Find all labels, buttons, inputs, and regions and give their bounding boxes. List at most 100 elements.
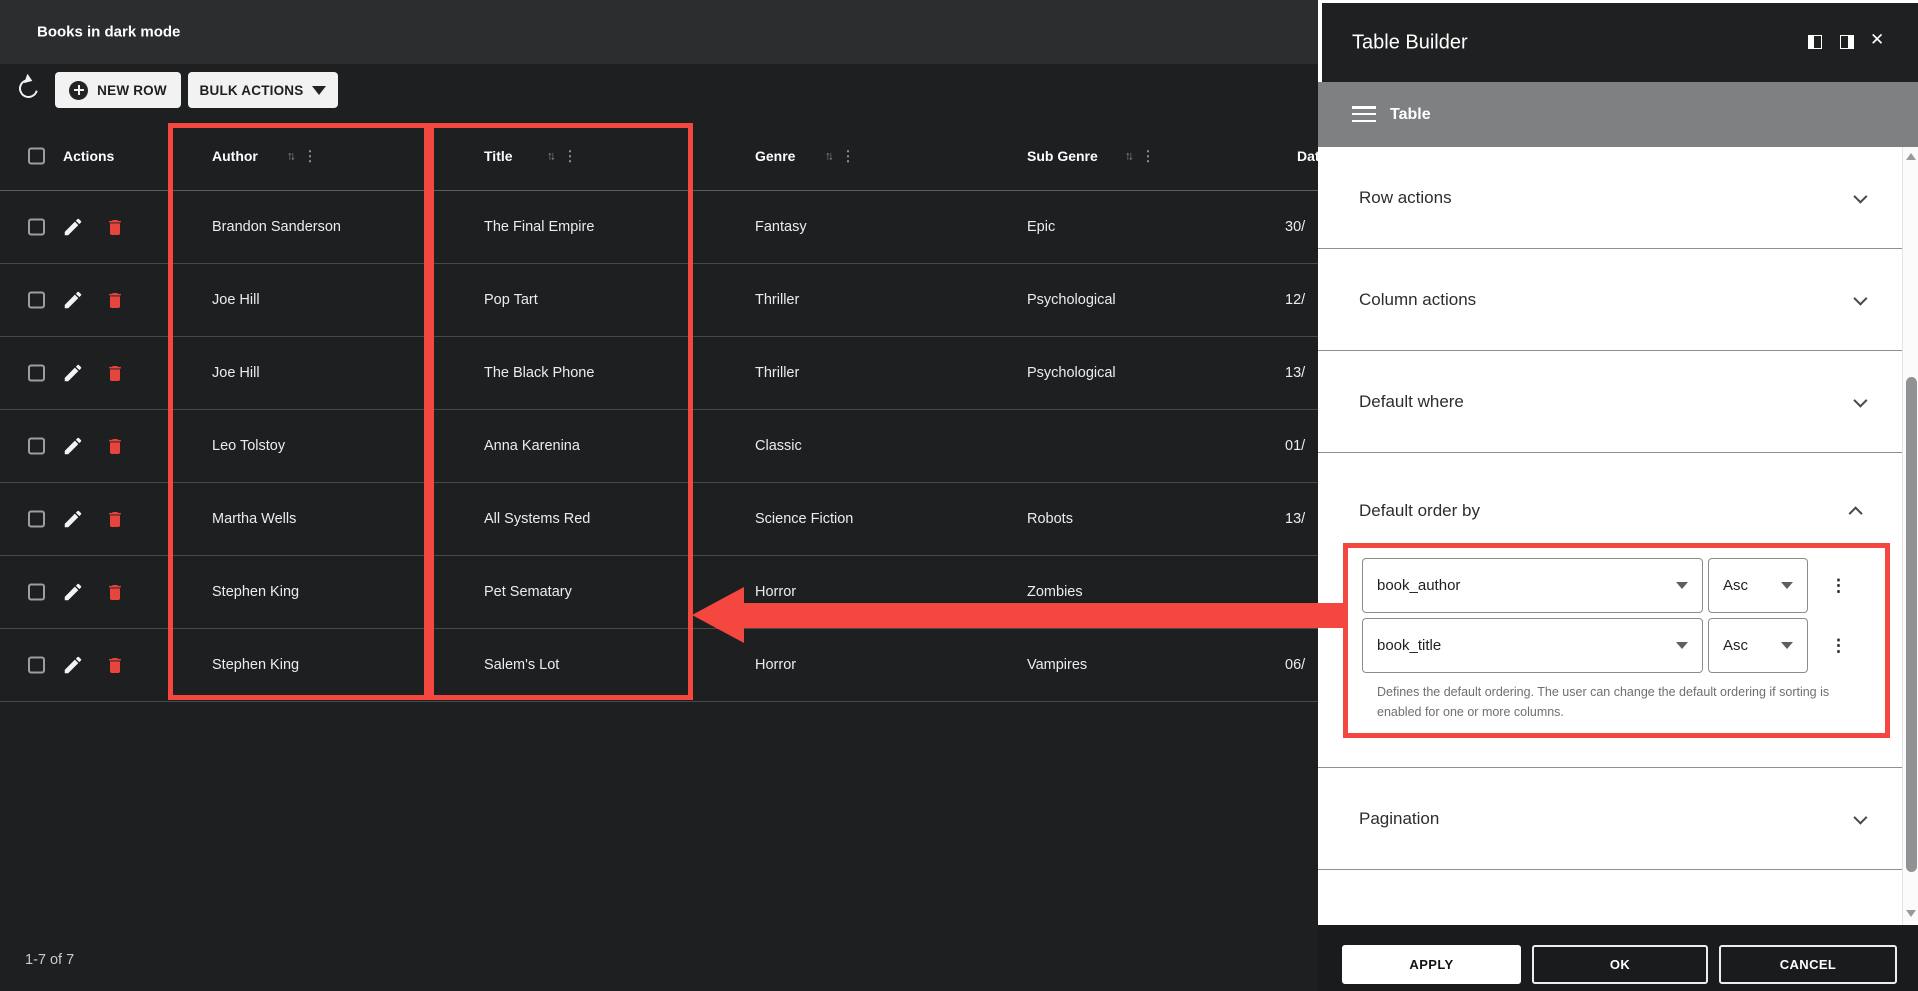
order-field-select[interactable]: book_author: [1362, 558, 1703, 613]
sort-arrows-icon[interactable]: ↑↓: [287, 149, 293, 163]
table-row: Leo Tolstoy Anna Karenina Classic 01/: [0, 410, 1318, 483]
column-header-genre: Genre: [755, 148, 795, 164]
ok-button[interactable]: OK: [1532, 945, 1708, 984]
order-by-row: book_title Asc ⋮: [1362, 618, 1872, 673]
edit-row-button[interactable]: [62, 581, 84, 603]
row-checkbox[interactable]: [28, 584, 45, 601]
cell-author: Stephen King: [212, 657, 299, 673]
cell-date: 30/: [1285, 219, 1305, 235]
pencil-icon: [62, 508, 84, 530]
edit-row-button[interactable]: [62, 654, 84, 676]
panel-scrollbar[interactable]: [1902, 147, 1918, 925]
order-direction-select[interactable]: Asc: [1708, 558, 1808, 613]
cell-genre: Classic: [755, 438, 802, 454]
column-header-title: Title: [484, 148, 513, 164]
row-checkbox[interactable]: [28, 511, 45, 528]
kebab-menu-icon[interactable]: ⋮: [1141, 147, 1155, 164]
scrollbar-thumb[interactable]: [1906, 377, 1917, 872]
row-checkbox[interactable]: [28, 219, 45, 236]
new-row-button[interactable]: NEW ROW: [55, 72, 181, 108]
sort-arrows-icon[interactable]: ↑↓: [1125, 149, 1131, 163]
plus-circle-icon: [69, 81, 88, 100]
caret-down-icon: [1676, 582, 1688, 589]
kebab-menu-icon[interactable]: ⋮: [841, 147, 855, 164]
cell-genre: Fantasy: [755, 219, 807, 235]
row-checkbox[interactable]: [28, 365, 45, 382]
delete-row-button[interactable]: [105, 435, 127, 457]
cell-author: Leo Tolstoy: [212, 438, 285, 454]
trash-icon: [105, 655, 125, 676]
bulk-actions-button[interactable]: BULK ACTIONS: [188, 72, 338, 108]
section-default-order-by[interactable]: Default order by book_author Asc ⋮ book_…: [1318, 453, 1902, 768]
panel-section[interactable]: Pagination: [1318, 768, 1902, 870]
cell-genre: Horror: [755, 584, 796, 600]
cell-date: 01/: [1285, 438, 1305, 454]
edit-row-button[interactable]: [62, 289, 84, 311]
cell-title: Anna Karenina: [484, 438, 580, 454]
column-header-date: Date: [1297, 148, 1318, 164]
scroll-up-icon[interactable]: [1906, 153, 1916, 160]
cell-genre: Science Fiction: [755, 511, 853, 527]
cell-title: Pet Sematary: [484, 584, 572, 600]
row-checkbox[interactable]: [28, 438, 45, 455]
delete-row-button[interactable]: [105, 654, 127, 676]
row-checkbox[interactable]: [28, 292, 45, 309]
scroll-down-icon[interactable]: [1906, 910, 1916, 917]
panel-sections-bottom: Pagination: [1318, 768, 1902, 870]
hamburger-icon: [1352, 106, 1376, 123]
cell-date: 06/: [1285, 657, 1305, 673]
panel-section[interactable]: Default where: [1318, 351, 1902, 453]
order-field-select[interactable]: book_title: [1362, 618, 1703, 673]
panel-section[interactable]: Row actions: [1318, 147, 1902, 249]
chevron-down-icon: [1853, 393, 1867, 407]
order-direction-select[interactable]: Asc: [1708, 618, 1808, 673]
cell-sub-genre: Vampires: [1027, 657, 1087, 673]
order-direction-value: Asc: [1723, 637, 1748, 654]
trash-icon: [105, 582, 125, 603]
column-header-sub-genre: Sub Genre: [1027, 148, 1098, 164]
panel-title: Table Builder: [1352, 31, 1468, 54]
cell-sub-genre: Psychological: [1027, 365, 1116, 381]
table-body: Brandon Sanderson The Final Empire Fanta…: [0, 191, 1318, 702]
sort-arrows-icon[interactable]: ↑↓: [547, 149, 553, 163]
delete-row-button[interactable]: [105, 362, 127, 384]
kebab-menu-icon[interactable]: ⋮: [1830, 576, 1847, 596]
delete-row-button[interactable]: [105, 508, 127, 530]
edit-row-button[interactable]: [62, 362, 84, 384]
cell-genre: Horror: [755, 657, 796, 673]
dock-left-icon[interactable]: [1808, 35, 1822, 49]
order-by-row: book_author Asc ⋮: [1362, 558, 1872, 613]
order-by-description: Defines the default ordering. The user c…: [1377, 683, 1857, 722]
edit-row-button[interactable]: [62, 508, 84, 530]
delete-row-button[interactable]: [105, 581, 127, 603]
table-header: Actions Author ↑↓ ⋮ Title ↑↓ ⋮ Genre ↑↓ …: [0, 121, 1318, 191]
cell-author: Joe Hill: [212, 292, 260, 308]
panel-content: Row actions Column actions Default where…: [1318, 147, 1902, 925]
kebab-menu-icon[interactable]: ⋮: [303, 147, 317, 164]
panel-tab-bar[interactable]: Table: [1318, 82, 1918, 147]
select-all-checkbox[interactable]: [28, 147, 45, 164]
section-label: Default order by: [1359, 501, 1480, 521]
cancel-button[interactable]: CANCEL: [1719, 945, 1897, 984]
table-row: Joe Hill Pop Tart Thriller Psychological…: [0, 264, 1318, 337]
pencil-icon: [62, 289, 84, 311]
kebab-menu-icon[interactable]: ⋮: [563, 147, 577, 164]
dock-right-icon[interactable]: [1840, 35, 1854, 49]
close-icon[interactable]: ✕: [1870, 30, 1884, 50]
cell-sub-genre: Robots: [1027, 511, 1073, 527]
pencil-icon: [62, 362, 84, 384]
table-builder-panel: Table Builder ✕ Table Row actions Column…: [1318, 0, 1918, 991]
delete-row-button[interactable]: [105, 289, 127, 311]
edit-row-button[interactable]: [62, 435, 84, 457]
row-checkbox[interactable]: [28, 657, 45, 674]
panel-section[interactable]: Column actions: [1318, 249, 1902, 351]
delete-row-button[interactable]: [105, 216, 127, 238]
pencil-icon: [62, 435, 84, 457]
edit-row-button[interactable]: [62, 216, 84, 238]
apply-button[interactable]: APPLY: [1342, 945, 1521, 984]
sort-arrows-icon[interactable]: ↑↓: [825, 149, 831, 163]
cell-genre: Thriller: [755, 365, 799, 381]
panel-titlebar: Table Builder ✕: [1322, 3, 1918, 82]
kebab-menu-icon[interactable]: ⋮: [1830, 636, 1847, 656]
new-row-label: NEW ROW: [97, 83, 167, 98]
